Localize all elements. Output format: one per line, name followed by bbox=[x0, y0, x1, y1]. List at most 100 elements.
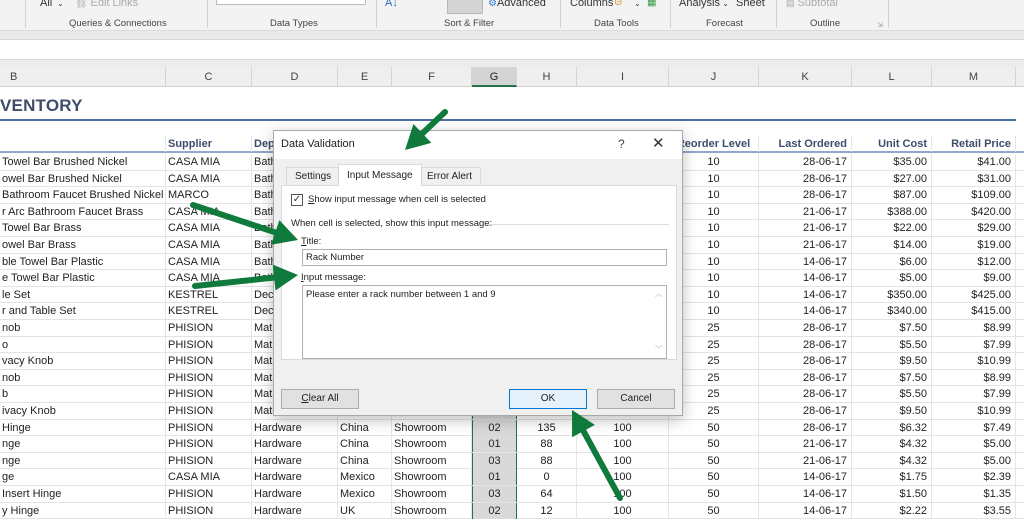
cell-retail-price[interactable]: $41.00 bbox=[932, 154, 1016, 170]
forecast-sheet-button[interactable]: Sheet bbox=[736, 0, 765, 9]
cell-unit-cost[interactable]: $27.00 bbox=[852, 170, 932, 187]
column-header-d[interactable]: D bbox=[252, 67, 338, 87]
scroll-down-icon[interactable]: ﹀ bbox=[655, 344, 663, 355]
cell-quantity[interactable]: 88 bbox=[517, 436, 577, 453]
input-message-textarea[interactable] bbox=[302, 285, 667, 359]
cell-retail-price[interactable]: $5.00 bbox=[932, 436, 1016, 453]
data-types-gallery[interactable] bbox=[216, 0, 366, 5]
cell-supplier[interactable]: CASA MIA bbox=[166, 237, 252, 253]
header-cell-supplier[interactable]: Supplier bbox=[166, 136, 252, 152]
subtotal-button[interactable]: ▤ Subtotal bbox=[786, 0, 838, 9]
cell-location[interactable]: Showroom bbox=[392, 469, 472, 486]
column-header-l[interactable]: L bbox=[852, 67, 932, 87]
cell-supplier[interactable]: CASA MIA bbox=[166, 154, 252, 170]
cell-supplier[interactable]: PHISION bbox=[166, 336, 252, 353]
cell-country[interactable]: Mexico bbox=[338, 469, 392, 486]
cell-last-ordered[interactable]: 14-06-17 bbox=[759, 303, 852, 320]
tab-error-alert[interactable]: Error Alert bbox=[418, 167, 482, 185]
cell-country[interactable]: China bbox=[338, 419, 392, 436]
cell-retail-price[interactable]: $9.00 bbox=[932, 270, 1016, 287]
cell-unit-cost[interactable]: $6.32 bbox=[852, 419, 932, 436]
cell-item[interactable]: ble Towel Bar Plastic bbox=[0, 253, 166, 270]
cell-supplier[interactable]: MARCO bbox=[166, 187, 252, 204]
cell-country[interactable]: Mexico bbox=[338, 486, 392, 502]
cell-item[interactable]: e Towel Bar Plastic bbox=[0, 270, 166, 287]
show-message-label[interactable]: Show input message when cell is selected bbox=[308, 194, 486, 205]
cell-department[interactable]: Hardware bbox=[252, 452, 338, 469]
cell-retail-price[interactable]: $10.99 bbox=[932, 353, 1016, 370]
cell-reorder-level[interactable]: 50 bbox=[669, 502, 759, 519]
cell-supplier[interactable]: CASA MIA bbox=[166, 253, 252, 270]
cell-location[interactable]: Showroom bbox=[392, 452, 472, 469]
cell-country[interactable]: China bbox=[338, 436, 392, 453]
column-header-e[interactable]: E bbox=[338, 67, 392, 87]
cell-supplier[interactable]: PHISION bbox=[166, 486, 252, 502]
cell-max-stock[interactable]: 100 bbox=[577, 469, 669, 486]
cell-supplier[interactable]: KESTREL bbox=[166, 286, 252, 303]
cell-item[interactable]: ivacy Knob bbox=[0, 403, 166, 419]
title-input[interactable] bbox=[302, 249, 667, 266]
what-if-analysis-button[interactable]: Analysis ⌄ bbox=[679, 0, 729, 9]
cell-last-ordered[interactable]: 21-06-17 bbox=[759, 220, 852, 237]
cell-unit-cost[interactable]: $4.32 bbox=[852, 436, 932, 453]
column-header-h[interactable]: H bbox=[517, 67, 577, 87]
cell-retail-price[interactable]: $10.99 bbox=[932, 403, 1016, 419]
cell-last-ordered[interactable]: 14-06-17 bbox=[759, 253, 852, 270]
cell-last-ordered[interactable]: 28-06-17 bbox=[759, 369, 852, 386]
cell-item[interactable]: nob bbox=[0, 369, 166, 386]
cell-item[interactable]: Towel Bar Brass bbox=[0, 220, 166, 237]
cell-item[interactable]: ge bbox=[0, 469, 166, 486]
cell-retail-price[interactable]: $2.39 bbox=[932, 469, 1016, 486]
tab-input-message[interactable]: Input Message bbox=[338, 164, 422, 186]
advanced-filter-button[interactable]: ⚙Advanced bbox=[488, 0, 546, 9]
edit-links-button[interactable]: ⛓ Edit Links bbox=[75, 0, 138, 9]
cell-last-ordered[interactable]: 28-06-17 bbox=[759, 187, 852, 204]
cell-retail-price[interactable]: $19.00 bbox=[932, 237, 1016, 253]
cell-max-stock[interactable]: 100 bbox=[577, 419, 669, 436]
cell-max-stock[interactable]: 100 bbox=[577, 502, 669, 519]
cell-last-ordered[interactable]: 21-06-17 bbox=[759, 203, 852, 220]
cell-retail-price[interactable]: $29.00 bbox=[932, 220, 1016, 237]
manage-data-model-icon[interactable]: ▦ bbox=[647, 0, 656, 8]
cell-last-ordered[interactable]: 14-06-17 bbox=[759, 270, 852, 287]
show-message-checkbox[interactable]: ✓ bbox=[291, 194, 303, 206]
cell-unit-cost[interactable]: $350.00 bbox=[852, 286, 932, 303]
cell-quantity[interactable]: 12 bbox=[517, 502, 577, 519]
cell-rack[interactable]: 01 bbox=[472, 469, 517, 486]
close-icon[interactable]: ✕ bbox=[652, 134, 665, 152]
cell-max-stock[interactable]: 100 bbox=[577, 486, 669, 502]
cell-reorder-level[interactable]: 50 bbox=[669, 452, 759, 469]
refresh-all-dropdown[interactable]: All bbox=[40, 0, 52, 9]
cell-reorder-level[interactable]: 50 bbox=[669, 436, 759, 453]
cell-supplier[interactable]: CASA MIA bbox=[166, 270, 252, 287]
cell-country[interactable]: UK bbox=[338, 502, 392, 519]
cell-country[interactable]: China bbox=[338, 452, 392, 469]
cell-unit-cost[interactable]: $388.00 bbox=[852, 203, 932, 220]
cell-max-stock[interactable]: 100 bbox=[577, 436, 669, 453]
cell-reorder-level[interactable]: 50 bbox=[669, 486, 759, 502]
cell-rack[interactable]: 01 bbox=[472, 436, 517, 453]
cell-reorder-level[interactable]: 50 bbox=[669, 419, 759, 436]
column-header-k[interactable]: K bbox=[759, 67, 852, 87]
cell-supplier[interactable]: PHISION bbox=[166, 419, 252, 436]
cell-retail-price[interactable]: $7.49 bbox=[932, 419, 1016, 436]
cell-item[interactable]: Bathroom Faucet Brushed Nickel bbox=[0, 187, 166, 204]
cell-last-ordered[interactable]: 28-06-17 bbox=[759, 419, 852, 436]
cell-unit-cost[interactable]: $9.50 bbox=[852, 403, 932, 419]
cell-supplier[interactable]: PHISION bbox=[166, 320, 252, 336]
cell-location[interactable]: Showroom bbox=[392, 419, 472, 436]
cell-retail-price[interactable]: $7.99 bbox=[932, 336, 1016, 353]
cell-last-ordered[interactable]: 28-06-17 bbox=[759, 403, 852, 419]
cell-retail-price[interactable]: $12.00 bbox=[932, 253, 1016, 270]
cell-location[interactable]: Showroom bbox=[392, 436, 472, 453]
cell-retail-price[interactable]: $7.99 bbox=[932, 386, 1016, 403]
cell-retail-price[interactable]: $31.00 bbox=[932, 170, 1016, 187]
scroll-up-icon[interactable]: ︿ bbox=[655, 288, 663, 299]
cell-unit-cost[interactable]: $14.00 bbox=[852, 237, 932, 253]
cell-unit-cost[interactable]: $1.50 bbox=[852, 486, 932, 502]
cell-supplier[interactable]: PHISION bbox=[166, 502, 252, 519]
cell-quantity[interactable]: 0 bbox=[517, 469, 577, 486]
cell-last-ordered[interactable]: 21-06-17 bbox=[759, 436, 852, 453]
cell-last-ordered[interactable]: 21-06-17 bbox=[759, 237, 852, 253]
cell-unit-cost[interactable]: $7.50 bbox=[852, 369, 932, 386]
